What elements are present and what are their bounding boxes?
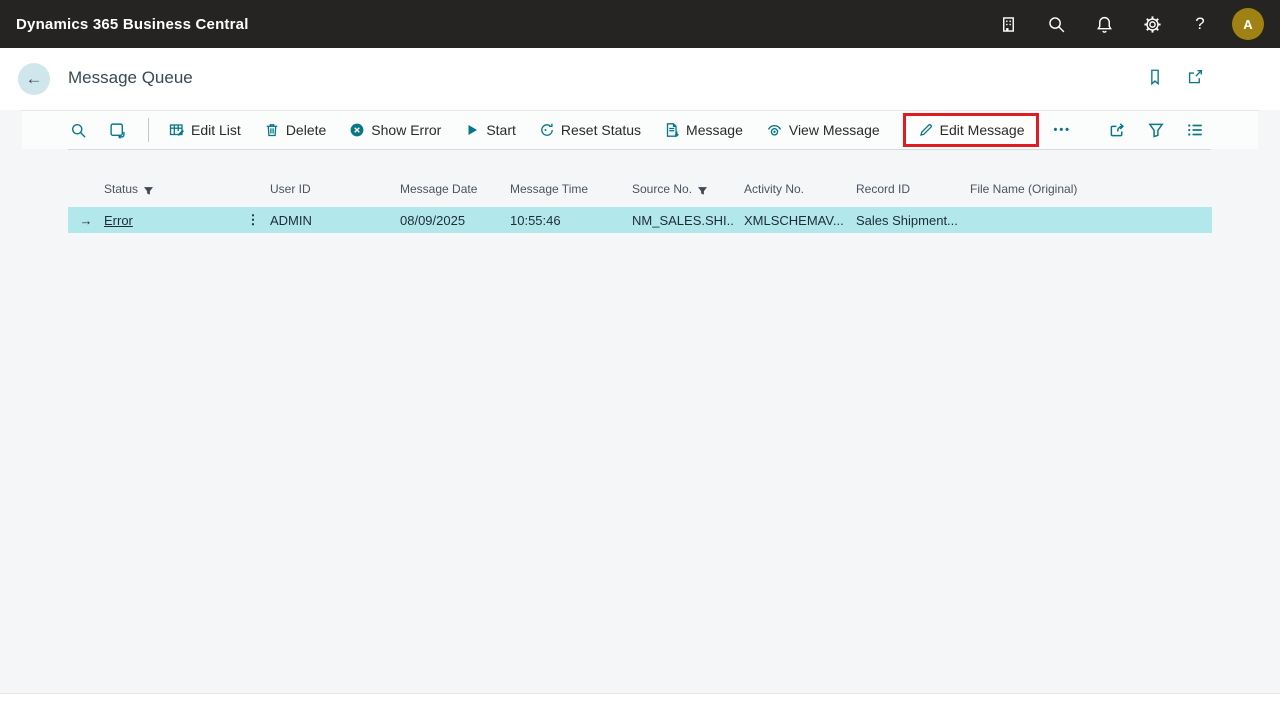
- reset-status-button[interactable]: Reset Status: [539, 122, 641, 138]
- back-arrow-icon: ←: [26, 69, 43, 88]
- list-view-icon[interactable]: [1186, 121, 1204, 139]
- cell-message-date: 08/09/2025: [400, 213, 500, 228]
- header-spacer: [236, 196, 270, 207]
- back-button[interactable]: ←: [18, 63, 50, 95]
- edit-list-icon: [169, 122, 185, 138]
- toolbar-divider: [148, 118, 149, 142]
- row-options-icon[interactable]: ⋮: [236, 212, 270, 228]
- show-error-icon: [349, 122, 365, 138]
- column-header-message-date[interactable]: Message Date: [400, 182, 500, 207]
- page-header-icons: [1146, 68, 1204, 89]
- filter-funnel-icon: [697, 185, 708, 196]
- reset-status-icon: [539, 122, 555, 138]
- help-glyph: ?: [1195, 14, 1204, 34]
- open-in-new-window-icon[interactable]: [1186, 68, 1204, 89]
- delete-button[interactable]: Delete: [264, 122, 326, 138]
- table-row[interactable]: → Error ⋮ ADMIN 08/09/2025 10:55:46 NM_S…: [68, 207, 1212, 233]
- company-icon[interactable]: [984, 0, 1032, 48]
- share-icon[interactable]: [1108, 121, 1126, 139]
- page-title: Message Queue: [68, 68, 193, 88]
- edit-message-button[interactable]: Edit Message: [903, 113, 1040, 147]
- message-icon: [664, 122, 680, 138]
- edit-list-button[interactable]: Edit List: [169, 122, 241, 138]
- column-header-user-id[interactable]: User ID: [270, 182, 400, 207]
- column-header-record-id[interactable]: Record ID: [846, 182, 960, 207]
- analysis-mode-icon[interactable]: [109, 122, 126, 139]
- table-header-row: Status User ID Message Date Message Time…: [68, 150, 1212, 207]
- cell-user-id: ADMIN: [270, 213, 400, 228]
- notifications-icon[interactable]: [1080, 0, 1128, 48]
- column-header-message-time[interactable]: Message Time: [500, 182, 622, 207]
- toolbar-right-icons: [1108, 121, 1204, 139]
- bookmark-icon[interactable]: [1146, 68, 1164, 89]
- bottom-strip: [0, 693, 1280, 720]
- status-link[interactable]: Error: [104, 213, 133, 228]
- filter-funnel-icon: [143, 185, 154, 196]
- top-navigation-bar: Dynamics 365 Business Central ? A: [0, 0, 1280, 48]
- current-row-arrow-icon: →: [68, 213, 104, 228]
- edit-message-icon: [918, 122, 934, 138]
- cell-message-time: 10:55:46: [500, 213, 622, 228]
- filter-icon[interactable]: [1147, 121, 1165, 139]
- view-message-button[interactable]: View Message: [766, 122, 880, 139]
- show-error-button[interactable]: Show Error: [349, 122, 441, 138]
- settings-icon[interactable]: [1128, 0, 1176, 48]
- cell-activity-no: XMLSCHEMAV...: [734, 213, 846, 228]
- start-button[interactable]: Start: [464, 122, 516, 138]
- search-icon[interactable]: [1032, 0, 1080, 48]
- cell-source-no: NM_SALES.SHI...: [622, 213, 734, 228]
- avatar[interactable]: A: [1232, 8, 1264, 40]
- message-button[interactable]: Message: [664, 122, 743, 138]
- more-options-icon[interactable]: •••: [1049, 124, 1075, 136]
- app-title: Dynamics 365 Business Central: [16, 16, 249, 33]
- topbar-icons: ? A: [984, 0, 1272, 48]
- column-header-status[interactable]: Status: [104, 182, 236, 207]
- column-header-activity-no[interactable]: Activity No.: [734, 182, 846, 207]
- column-header-source-no[interactable]: Source No.: [622, 182, 734, 207]
- cell-record-id: Sales Shipment...: [846, 213, 960, 228]
- start-icon: [464, 122, 480, 138]
- view-message-icon: [766, 122, 783, 139]
- action-toolbar: Edit List Delete Show Error Start Reset …: [22, 111, 1258, 149]
- header-spacer: [68, 196, 104, 207]
- toolbar-actions: Edit List Delete Show Error Start Reset …: [169, 113, 1049, 147]
- column-header-file-name[interactable]: File Name (Original): [960, 182, 1212, 207]
- message-queue-table: Status User ID Message Date Message Time…: [68, 150, 1212, 233]
- cell-status: Error: [104, 213, 236, 228]
- help-icon[interactable]: ?: [1176, 0, 1224, 48]
- page-header: ← Message Queue: [0, 48, 1280, 110]
- delete-icon: [264, 122, 280, 138]
- search-list-icon[interactable]: [70, 122, 87, 139]
